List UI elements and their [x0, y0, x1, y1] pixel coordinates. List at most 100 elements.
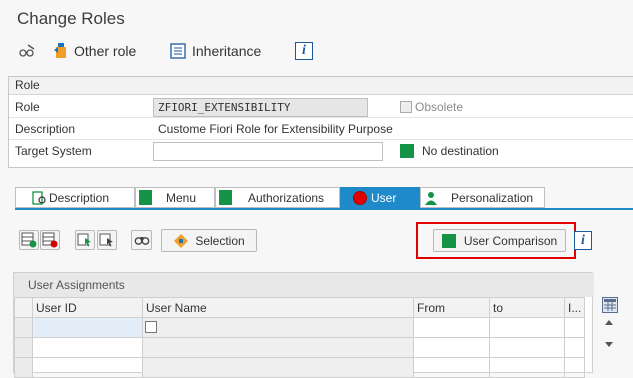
select-all-icon [77, 233, 91, 247]
role-section-header: Role [9, 77, 633, 95]
column-header-from[interactable]: From [413, 297, 490, 318]
select-all-button[interactable] [75, 230, 95, 250]
obsolete-label: Obsolete [415, 100, 464, 114]
info-button[interactable]: i [295, 40, 313, 62]
user-status-icon [353, 190, 367, 205]
destination-status-icon [400, 144, 414, 158]
table-header-row: User ID User Name From to I... [14, 297, 586, 318]
other-role-button[interactable]: Other role [52, 40, 136, 62]
scroll-down-icon[interactable] [605, 342, 613, 347]
value-help-icon[interactable] [145, 321, 157, 333]
deselect-all-icon [99, 233, 113, 247]
description-field[interactable]: Custome Fiori Role for Extensibility Pur… [153, 120, 613, 139]
user-assignments-table: User ID User Name From to I... [14, 297, 586, 378]
target-system-row: Target System No destination [9, 140, 633, 162]
role-row: Role ZFIORI_EXTENSIBILITY Obsolete [9, 96, 633, 118]
target-system-field[interactable] [153, 142, 383, 161]
delete-row-icon [42, 232, 58, 248]
to-cell[interactable] [489, 357, 565, 378]
insert-row-button[interactable] [19, 230, 39, 250]
from-cell[interactable] [413, 357, 490, 378]
selection-label: Selection [195, 233, 245, 248]
glasses-pencil-icon [19, 44, 35, 57]
main-toolbar: Other role Inheritance i [0, 38, 633, 64]
table-row [14, 317, 586, 338]
tab-description-label: Description [49, 190, 110, 205]
user-comparison-status-icon [441, 233, 456, 248]
row-selector[interactable] [14, 337, 33, 358]
tab-strip: Description Menu Authorizations User Per… [15, 187, 615, 209]
user-name-cell [142, 357, 414, 378]
user-name-cell [142, 317, 414, 338]
row-selector[interactable] [14, 317, 33, 338]
row-selector-header[interactable] [14, 297, 33, 318]
other-role-label: Other role [74, 43, 137, 59]
tab-personalization-label: Personalization [451, 190, 534, 205]
row-selector[interactable] [14, 357, 33, 378]
table-row [14, 357, 586, 378]
inheritance-icon [170, 43, 186, 59]
menu-status-icon [139, 190, 152, 205]
user-comparison-info-button[interactable]: i [574, 231, 592, 250]
user-comparison-button[interactable]: User Comparison [433, 229, 566, 252]
scroll-up-icon[interactable] [605, 320, 613, 325]
authorizations-status-icon [219, 190, 232, 205]
column-header-to[interactable]: to [489, 297, 565, 318]
role-field[interactable]: ZFIORI_EXTENSIBILITY [153, 98, 368, 117]
selection-icon [174, 233, 189, 248]
user-id-cell[interactable] [32, 357, 143, 378]
user-id-cell[interactable] [32, 317, 157, 338]
table-row [14, 337, 586, 358]
column-settings-button[interactable] [602, 297, 618, 313]
user-assignments-panel: User Assignments User ID User Name From … [13, 272, 594, 378]
selection-button[interactable]: Selection [161, 229, 257, 252]
description-label: Description [15, 122, 76, 136]
binoculars-icon [134, 237, 149, 245]
description-row: Description Custome Fiori Role for Exten… [9, 118, 633, 140]
delete-row-button[interactable] [40, 230, 60, 250]
tab-authorizations-label: Authorizations [248, 190, 325, 205]
personalization-icon [425, 191, 437, 205]
from-cell[interactable] [413, 317, 490, 338]
role-label: Role [15, 100, 40, 114]
insert-row-icon [21, 232, 37, 248]
column-header-indicator[interactable]: I... [563, 297, 586, 318]
tab-authorizations[interactable]: Authorizations [215, 187, 340, 208]
info-icon: i [295, 42, 313, 60]
user-comparison-label: User Comparison [463, 233, 558, 248]
to-cell[interactable] [489, 337, 565, 358]
column-header-user-id[interactable]: User ID [32, 297, 143, 318]
destination-status: No destination [400, 144, 499, 158]
indicator-cell[interactable] [563, 337, 586, 358]
inheritance-button[interactable]: Inheritance [170, 40, 261, 62]
user-assignments-header: User Assignments [14, 273, 594, 297]
tab-menu-label: Menu [166, 190, 197, 205]
tab-menu[interactable]: Menu [135, 187, 215, 208]
tab-user[interactable]: User [340, 187, 420, 208]
page-title: Change Roles [17, 9, 125, 28]
info-icon: i [581, 233, 585, 248]
obsolete-checkbox[interactable] [400, 101, 412, 113]
column-header-user-name[interactable]: User Name [142, 297, 414, 318]
other-object-icon [54, 43, 66, 58]
display-change-button[interactable] [18, 40, 36, 62]
tab-strip-underline [15, 208, 633, 210]
description-tab-icon [32, 190, 46, 205]
inheritance-label: Inheritance [192, 43, 262, 59]
indicator-cell[interactable] [563, 357, 586, 378]
target-system-label: Target System [15, 144, 92, 158]
find-button[interactable] [131, 230, 152, 250]
user-name-cell [142, 337, 414, 358]
table-settings-icon [604, 299, 616, 311]
destination-status-text: No destination [422, 144, 499, 158]
tab-description[interactable]: Description [15, 187, 135, 208]
tab-personalization[interactable]: Personalization [420, 187, 545, 208]
deselect-all-button[interactable] [97, 230, 117, 250]
user-id-cell[interactable] [32, 337, 143, 358]
tab-user-label: User [371, 190, 397, 205]
from-cell[interactable] [413, 337, 490, 358]
indicator-cell[interactable] [563, 317, 586, 338]
role-section: Role Role ZFIORI_EXTENSIBILITY Obsolete … [8, 76, 633, 168]
obsolete-checkbox-group: Obsolete [400, 100, 463, 114]
to-cell[interactable] [489, 317, 565, 338]
